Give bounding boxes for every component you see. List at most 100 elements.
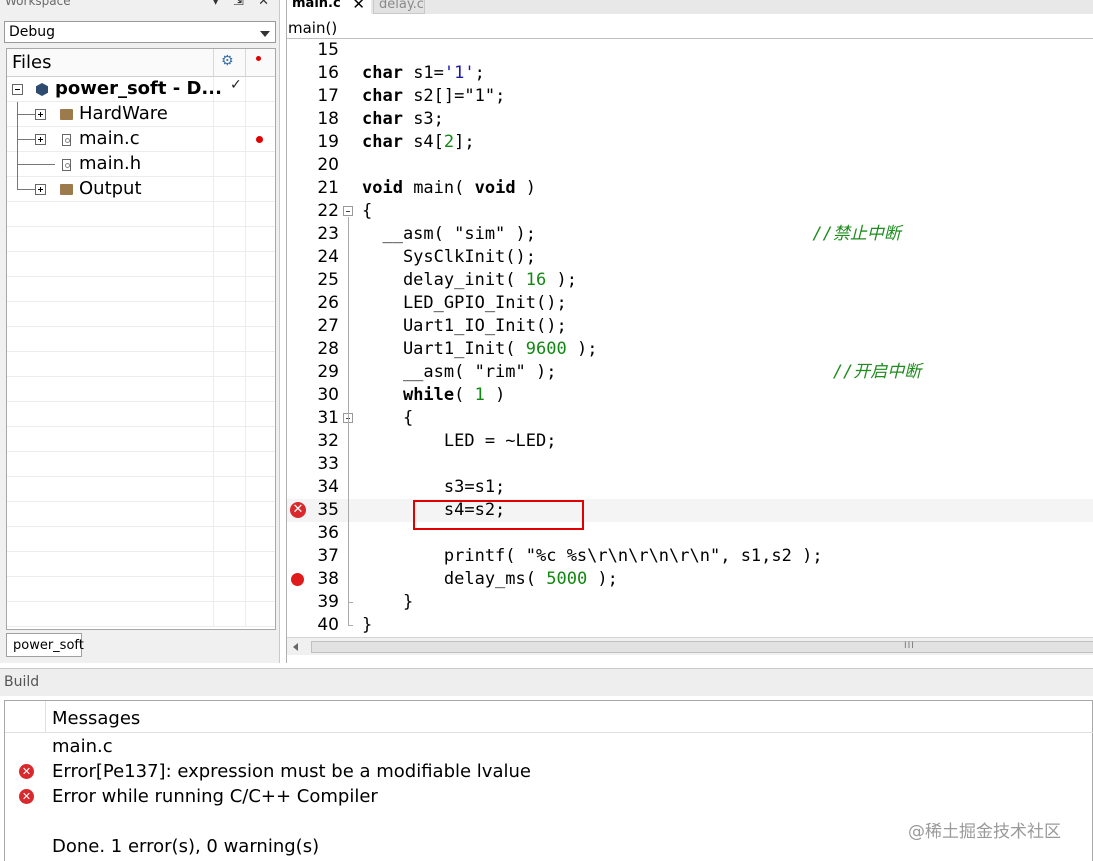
code-line[interactable]: 38 delay_ms( 5000 ); (287, 568, 1093, 591)
workspace-tab-power-soft[interactable]: power_soft (6, 633, 84, 657)
code-line[interactable]: 36 (287, 522, 1093, 545)
workspace-panel: Workspace ▾ ⇲ ✕ Debug Files ⚙ power_soft… (0, 0, 280, 663)
expand-icon[interactable] (35, 109, 46, 120)
code-line[interactable]: 34 s3=s1; (287, 476, 1093, 499)
line-number: 25 (317, 270, 339, 290)
column-divider[interactable] (213, 49, 214, 76)
collapse-icon[interactable] (12, 84, 23, 95)
tree-item-main-h[interactable]: main.h (7, 152, 275, 177)
c-file-icon (62, 134, 71, 146)
tree-item-label: main.c (79, 128, 140, 149)
empty-tree-area (7, 202, 275, 627)
code-line[interactable]: 29 __asm( "rim" ); //开启中断 (287, 361, 1093, 384)
code-line[interactable]: 40} (287, 614, 1093, 637)
code-line[interactable]: 16 char s1='1'; (287, 62, 1093, 85)
tree-item-output[interactable]: Output (7, 177, 275, 202)
error-marker-icon: ✕ (290, 502, 306, 518)
code-line[interactable]: 15 (287, 39, 1093, 62)
build-message-row[interactable]: main.c (5, 734, 1093, 759)
build-message-text: main.c (52, 736, 113, 757)
code-line[interactable]: 25 delay_init( 16 ); (287, 269, 1093, 292)
code-line[interactable]: 39 } (287, 591, 1093, 614)
code-line[interactable]: 31 { (287, 407, 1093, 430)
code-text: { (362, 201, 373, 221)
code-line[interactable]: 33 (287, 453, 1093, 476)
code-line[interactable]: 18 char s3; (287, 108, 1093, 131)
scrollbar-grip: III (904, 641, 915, 651)
project-name: power_soft - D... (55, 78, 222, 99)
horizontal-scrollbar[interactable]: III (287, 637, 1093, 655)
configuration-select[interactable]: Debug (4, 21, 276, 43)
watermark: @稀土掘金技术社区 (908, 822, 1061, 842)
build-message-text: Done. 1 error(s), 0 warning(s) (52, 836, 320, 857)
expand-icon[interactable] (35, 184, 46, 195)
empty-tree-row (7, 577, 275, 602)
code-text: char s3; (362, 109, 444, 129)
code-line[interactable]: 24 SysClkInit(); (287, 246, 1093, 269)
code-line[interactable]: 20 (287, 154, 1093, 177)
project-icon (36, 83, 48, 96)
code-line[interactable]: 26 LED_GPIO_Init(); (287, 292, 1093, 315)
folder-icon (60, 184, 73, 195)
breakpoint-icon[interactable] (291, 573, 304, 586)
line-number: 22 (317, 201, 339, 221)
expand-icon[interactable] (35, 134, 46, 145)
code-line[interactable]: 17 char s2[]="1"; (287, 85, 1093, 108)
function-scope: main() (288, 19, 338, 37)
code-line[interactable]: 22 { (287, 200, 1093, 223)
tree-item-project[interactable]: power_soft - D... ✓ (7, 77, 275, 102)
tab-main-c[interactable]: main.c ✕ (287, 0, 371, 14)
tree-item-hardware[interactable]: HardWare (7, 102, 275, 127)
code-line[interactable]: 30 while( 1 ) (287, 384, 1093, 407)
scroll-left-icon[interactable] (293, 643, 298, 651)
line-number: 24 (317, 247, 339, 267)
gear-icon[interactable]: ⚙ (221, 53, 234, 69)
chevron-down-icon[interactable] (260, 31, 270, 37)
code-line[interactable]: 19 char s4[2]; (287, 131, 1093, 154)
error-highlight-box (413, 500, 584, 530)
function-scope-bar[interactable]: main() (287, 17, 1093, 39)
tree-item-label: main.h (79, 153, 142, 174)
build-message-text: Error[Pe137]: expression must be a modif… (52, 761, 531, 782)
tree-item-main-c[interactable]: main.c (7, 127, 275, 152)
code-text: char s2[]="1"; (362, 86, 506, 106)
empty-tree-row (7, 302, 275, 327)
code-line[interactable]: 32 LED = ~LED; (287, 430, 1093, 453)
line-number: 23 (317, 224, 339, 244)
code-line[interactable]: 37 printf( "%c %s\r\n\r\n\r\n", s1,s2 ); (287, 545, 1093, 568)
code-line[interactable]: 27 Uart1_IO_Init(); (287, 315, 1093, 338)
code-text: char s4[2]; (362, 132, 475, 152)
empty-tree-row (7, 552, 275, 577)
messages-column-header[interactable]: Messages (52, 708, 140, 729)
folder-icon (60, 109, 73, 120)
workspace-window-controls[interactable]: ▾ ⇲ ✕ (212, 0, 274, 9)
code-line[interactable]: 23 __asm( "sim" ); //禁止中断 (287, 223, 1093, 246)
tab-delay-c[interactable]: delay.c (373, 0, 425, 14)
code-text: Uart1_IO_Init(); (362, 316, 567, 336)
build-message-row[interactable]: ✕ Error while running C/C++ Compiler (5, 784, 1093, 809)
files-header-label: Files (12, 52, 52, 73)
line-number: 26 (317, 293, 339, 313)
code-text: } (362, 592, 414, 612)
code-text: Uart1_Init( 9600 ); (362, 339, 598, 359)
column-divider[interactable] (45, 701, 46, 732)
code-area[interactable]: 15 16 char s1='1'; 17 char s2[]="1"; 18 char s… (287, 39, 1093, 637)
scrollbar-thumb[interactable] (311, 641, 1093, 653)
build-message-row[interactable]: ✕ Error[Pe137]: expression must be a modi… (5, 759, 1093, 784)
empty-tree-row (7, 402, 275, 427)
code-line[interactable]: 35 ✕ s4=s2; (287, 499, 1093, 522)
fold-toggle-icon[interactable] (343, 206, 353, 216)
line-number: 19 (317, 132, 339, 152)
editor-tabbar: main.c ✕ delay.c (287, 0, 1093, 14)
tab-label: main.c (292, 0, 341, 11)
close-icon[interactable]: ✕ (352, 0, 365, 13)
code-text: __asm( "sim" ); //禁止中断 (362, 224, 901, 244)
code-line[interactable]: 28 Uart1_Init( 9600 ); (287, 338, 1093, 361)
build-message-text: Error while running C/C++ Compiler (52, 786, 378, 807)
column-divider[interactable] (245, 49, 246, 76)
code-line[interactable]: 21 void main( void ) (287, 177, 1093, 200)
empty-tree-row (7, 527, 275, 552)
line-number: 28 (317, 339, 339, 359)
error-icon: ✕ (19, 789, 34, 804)
code-text: } (362, 615, 373, 635)
